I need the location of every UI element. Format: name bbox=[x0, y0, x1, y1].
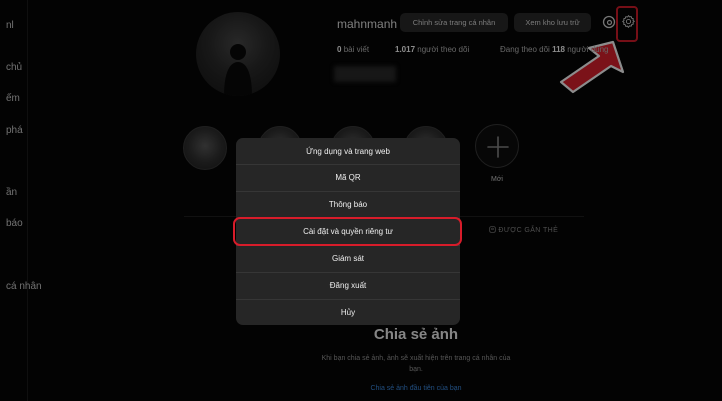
menu-item-notifications[interactable]: Thông báo bbox=[236, 191, 460, 217]
instagram-profile-page: nl chủ ếm phá ần báo cá nhân mahnmanh Ch… bbox=[0, 0, 722, 401]
menu-item-apps-websites[interactable]: Ứng dụng và trang web bbox=[236, 138, 460, 164]
menu-item-cancel[interactable]: Hủy bbox=[236, 299, 460, 325]
menu-item-logout[interactable]: Đăng xuất bbox=[236, 272, 460, 298]
menu-item-supervision[interactable]: Giám sát bbox=[236, 245, 460, 271]
settings-annotation-box bbox=[233, 217, 462, 246]
menu-item-qr-code[interactable]: Mã QR bbox=[236, 164, 460, 190]
